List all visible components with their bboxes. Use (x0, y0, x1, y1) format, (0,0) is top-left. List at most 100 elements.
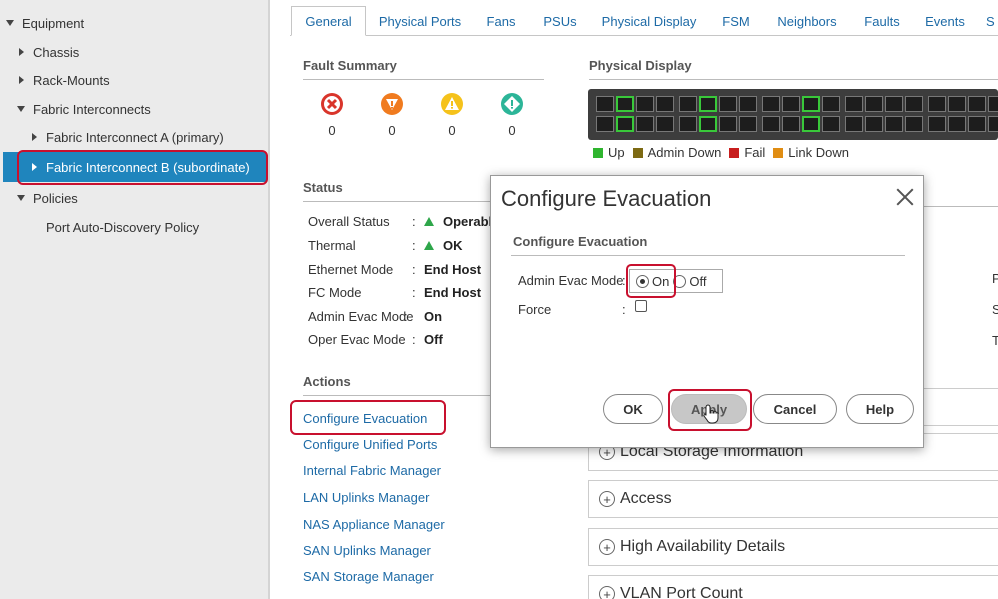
expand-plus-icon[interactable]: + (599, 539, 615, 555)
fc-mode-value: End Host (424, 285, 482, 300)
tree-item-port-auto-discovery-policy[interactable]: Port Auto-Discovery Policy (46, 216, 199, 238)
ok-button[interactable]: OK (603, 394, 663, 424)
nas-appliance-manager-link[interactable]: NAS Appliance Manager (303, 517, 445, 532)
switch-port[interactable] (845, 116, 863, 132)
tree-item-equipment[interactable]: Equipment (6, 12, 84, 34)
tab-faults[interactable]: Faults (860, 6, 904, 36)
switch-port[interactable] (948, 116, 966, 132)
switch-port[interactable] (762, 116, 780, 132)
switch-port[interactable] (865, 116, 883, 132)
tab-events[interactable]: Events (922, 6, 968, 36)
expand-right-icon[interactable] (19, 76, 24, 84)
switch-port[interactable] (885, 116, 903, 132)
internal-fabric-manager-link[interactable]: Internal Fabric Manager (303, 463, 441, 478)
expand-plus-icon[interactable]: + (599, 491, 615, 507)
san-storage-manager-link[interactable]: SAN Storage Manager (303, 569, 434, 584)
legend-up: Up (593, 145, 625, 160)
switch-port[interactable] (596, 96, 614, 112)
tab-neighbors[interactable]: Neighbors (773, 6, 841, 36)
switch-port[interactable] (656, 116, 674, 132)
force-checkbox[interactable] (635, 300, 647, 312)
truncated-label: S (992, 302, 998, 317)
legend-label: Link Down (788, 145, 849, 160)
fault-summary-divider (303, 79, 544, 80)
tree-item-rack-mounts[interactable]: Rack-Mounts (19, 69, 110, 91)
switch-port[interactable] (762, 96, 780, 112)
close-icon[interactable] (894, 186, 916, 208)
legend-link-down: Link Down (773, 145, 849, 160)
switch-port[interactable] (928, 116, 946, 132)
switch-port[interactable] (948, 96, 966, 112)
tree-item-fabric-interconnects[interactable]: Fabric Interconnects (17, 98, 151, 120)
tab-fans[interactable]: Fans (481, 6, 521, 36)
cancel-button[interactable]: Cancel (753, 394, 837, 424)
switch-port[interactable] (802, 116, 820, 132)
tab-overflow[interactable]: S (986, 6, 998, 36)
san-uplinks-manager-link[interactable]: SAN Uplinks Manager (303, 543, 431, 558)
overall-status-value: Operable (424, 214, 499, 229)
tree-item-chassis[interactable]: Chassis (19, 41, 79, 63)
radio-off-label[interactable]: Off (689, 274, 706, 289)
switch-port[interactable] (802, 96, 820, 112)
switch-port[interactable] (885, 96, 903, 112)
switch-port[interactable] (636, 116, 654, 132)
switch-port[interactable] (636, 96, 654, 112)
switch-port[interactable] (596, 116, 614, 132)
panel-high-availability-details[interactable]: + High Availability Details (588, 528, 998, 566)
configure-unified-ports-link[interactable]: Configure Unified Ports (303, 437, 437, 452)
switch-port[interactable] (865, 96, 883, 112)
panel-access[interactable]: + Access (588, 480, 998, 518)
switch-port[interactable] (905, 96, 923, 112)
switch-port[interactable] (616, 96, 634, 112)
switch-port[interactable] (656, 96, 674, 112)
switch-port[interactable] (928, 96, 946, 112)
tab-physical-display[interactable]: Physical Display (599, 6, 699, 36)
expand-plus-icon[interactable]: + (599, 586, 615, 599)
warning-fault-icon[interactable] (500, 92, 524, 119)
switch-port[interactable] (822, 116, 840, 132)
field-colon: : (622, 302, 626, 317)
status-colon: : (412, 262, 416, 277)
switch-port[interactable] (988, 116, 998, 132)
tree-item-fabric-interconnect-a[interactable]: Fabric Interconnect A (primary) (32, 126, 224, 148)
critical-fault-icon[interactable] (320, 92, 344, 119)
panel-vlan-port-count[interactable]: + VLAN Port Count (588, 575, 998, 599)
tab-physical-ports[interactable]: Physical Ports (374, 6, 466, 36)
tab-fsm[interactable]: FSM (716, 6, 756, 36)
tree-item-label: Equipment (22, 15, 85, 31)
switch-port[interactable] (845, 96, 863, 112)
expand-down-icon[interactable] (6, 20, 14, 26)
switch-port[interactable] (988, 96, 998, 112)
switch-port[interactable] (699, 96, 717, 112)
expand-down-icon[interactable] (17, 195, 25, 201)
switch-port[interactable] (679, 116, 697, 132)
expand-right-icon[interactable] (19, 48, 24, 56)
switch-port[interactable] (968, 96, 986, 112)
switch-port[interactable] (968, 116, 986, 132)
switch-port[interactable] (905, 116, 923, 132)
lan-uplinks-manager-link[interactable]: LAN Uplinks Manager (303, 490, 429, 505)
switch-port[interactable] (679, 96, 697, 112)
switch-port[interactable] (822, 96, 840, 112)
expand-right-icon[interactable] (32, 133, 37, 141)
switch-faceplate[interactable] (588, 89, 998, 140)
major-fault-icon[interactable] (380, 92, 404, 119)
ethernet-mode-value: End Host (424, 262, 482, 277)
selection-annotation-outline (17, 150, 268, 185)
tab-psus[interactable]: PSUs (539, 6, 581, 36)
minor-fault-icon[interactable] (440, 92, 464, 119)
switch-port[interactable] (739, 116, 757, 132)
tab-general[interactable]: General (291, 6, 366, 36)
switch-port[interactable] (616, 116, 634, 132)
switch-port[interactable] (719, 96, 737, 112)
switch-port[interactable] (782, 116, 800, 132)
help-button[interactable]: Help (846, 394, 914, 424)
switch-port[interactable] (739, 96, 757, 112)
tree-item-policies[interactable]: Policies (17, 187, 78, 209)
fault-summary-title: Fault Summary (303, 58, 397, 73)
port-legend: Up Admin Down Fail Link Down (593, 145, 857, 160)
switch-port[interactable] (699, 116, 717, 132)
switch-port[interactable] (719, 116, 737, 132)
switch-port[interactable] (782, 96, 800, 112)
expand-down-icon[interactable] (17, 106, 25, 112)
